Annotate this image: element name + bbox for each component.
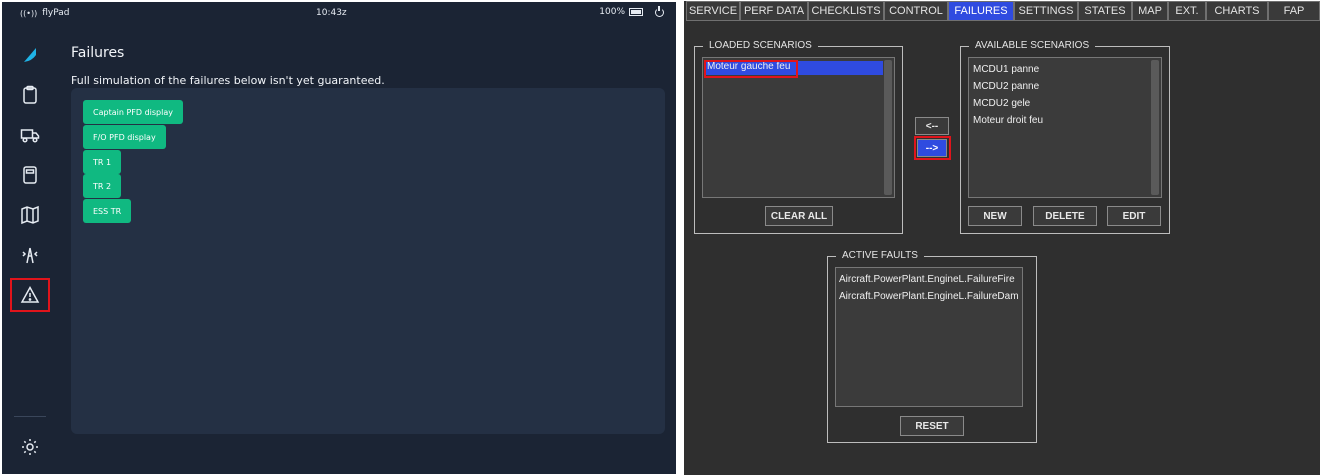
tab-ext[interactable]: EXT. (1168, 1, 1206, 21)
power-icon[interactable] (655, 5, 664, 17)
page-title: Failures (71, 45, 125, 61)
atc-tower-icon[interactable] (10, 238, 50, 272)
app-name: flyPad (42, 8, 70, 18)
selection-highlight (704, 60, 798, 78)
tab-failures[interactable]: FAILURES (948, 1, 1014, 21)
delete-button[interactable]: DELETE (1033, 206, 1097, 226)
loaded-scenarios-title: LOADED SCENARIOS (703, 40, 818, 51)
failure-button-tr1[interactable]: TR 1 (83, 150, 122, 174)
tab-fap[interactable]: FAP (1268, 1, 1320, 21)
nav-divider (14, 416, 46, 417)
loaded-scenarios-group: LOADED SCENARIOS Moteur gauche feu CLEAR… (694, 40, 903, 234)
failures-window: SERVICE PERF DATA CHECKLISTS CONTROL FAI… (684, 1, 1320, 475)
tab-perf-data[interactable]: PERF DATA (740, 1, 808, 21)
battery-level: 100% (599, 7, 625, 17)
logo-icon[interactable] (10, 38, 50, 72)
active-faults-title: ACTIVE FAULTS (836, 250, 924, 261)
available-scenarios-group: AVAILABLE SCENARIOS MCDU1 panne MCDU2 pa… (960, 40, 1170, 234)
tab-settings[interactable]: SETTINGS (1014, 1, 1078, 21)
list-item[interactable]: MCDU1 panne (973, 64, 1039, 75)
clock: 10:43z (316, 8, 347, 18)
battery-icon (629, 8, 643, 16)
flypad-window: ((•)) flyPad 10:43z 100% Failures Full s… (2, 2, 676, 474)
active-faults-list[interactable]: Aircraft.PowerPlant.EngineL.FailureFire … (835, 267, 1023, 407)
tab-control[interactable]: CONTROL (884, 1, 948, 21)
failure-button-ess-tr[interactable]: ESS TR (83, 199, 132, 223)
tab-checklists[interactable]: CHECKLISTS (808, 1, 884, 21)
new-button[interactable]: NEW (968, 206, 1022, 226)
clear-all-button[interactable]: CLEAR ALL (765, 206, 833, 226)
active-faults-group: ACTIVE FAULTS Aircraft.PowerPlant.Engine… (827, 250, 1037, 443)
tab-states[interactable]: STATES (1078, 1, 1132, 21)
reset-button[interactable]: RESET (900, 416, 964, 436)
tab-bar: SERVICE PERF DATA CHECKLISTS CONTROL FAI… (686, 1, 1320, 21)
failure-button-captain-pfd[interactable]: Captain PFD display (83, 100, 183, 124)
calculator-icon[interactable] (10, 158, 50, 192)
failures-panel: Captain PFD display F/O PFD display TR 1… (71, 88, 665, 434)
wifi-icon: ((•)) (20, 8, 38, 18)
tab-map[interactable]: MAP (1132, 1, 1168, 21)
available-scenarios-title: AVAILABLE SCENARIOS (969, 40, 1096, 51)
available-scrollbar[interactable] (1151, 60, 1159, 195)
failure-button-fo-pfd[interactable]: F/O PFD display (83, 125, 166, 149)
move-right-highlight (914, 136, 951, 160)
list-item[interactable]: MCDU2 panne (973, 81, 1039, 92)
loaded-scenarios-list[interactable]: Moteur gauche feu (702, 57, 895, 198)
clipboard-icon[interactable] (10, 78, 50, 112)
list-item[interactable]: MCDU2 gele (973, 98, 1030, 109)
warning-icon[interactable] (10, 278, 50, 312)
move-left-button[interactable]: <-- (915, 117, 949, 135)
sidebar-nav (2, 26, 58, 474)
tab-service[interactable]: SERVICE (686, 1, 740, 21)
failures-note: Full simulation of the failures below is… (71, 74, 385, 87)
map-icon[interactable] (10, 198, 50, 232)
truck-icon[interactable] (10, 118, 50, 152)
edit-button[interactable]: EDIT (1107, 206, 1161, 226)
list-item[interactable]: Moteur droit feu (973, 115, 1043, 126)
loaded-scrollbar[interactable] (884, 60, 892, 195)
list-item[interactable]: Aircraft.PowerPlant.EngineL.FailureFire (839, 274, 1015, 285)
settings-icon[interactable] (10, 430, 50, 464)
tab-charts[interactable]: CHARTS (1206, 1, 1268, 21)
status-bar: ((•)) flyPad 10:43z 100% (2, 2, 676, 24)
failure-button-tr2[interactable]: TR 2 (83, 174, 122, 198)
list-item[interactable]: Aircraft.PowerPlant.EngineL.FailureDam (839, 291, 1019, 302)
available-scenarios-list[interactable]: MCDU1 panne MCDU2 panne MCDU2 gele Moteu… (968, 57, 1162, 198)
